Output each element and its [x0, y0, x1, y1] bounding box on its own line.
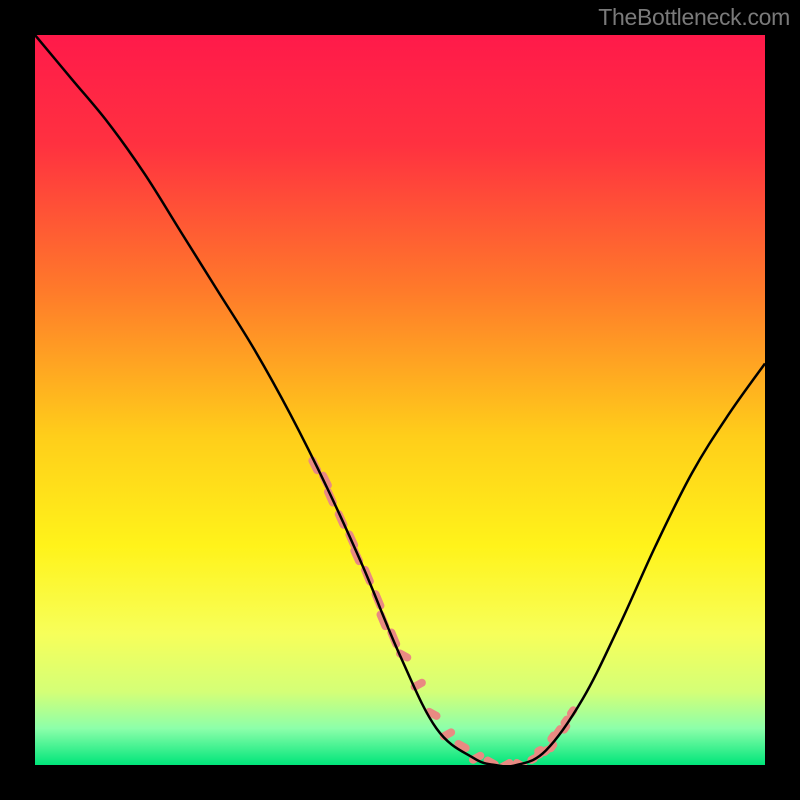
attribution-text: TheBottleneck.com: [598, 4, 790, 31]
chart-container: TheBottleneck.com: [0, 0, 800, 800]
chart-svg: [35, 35, 765, 765]
chart-plot-area: [35, 35, 765, 765]
